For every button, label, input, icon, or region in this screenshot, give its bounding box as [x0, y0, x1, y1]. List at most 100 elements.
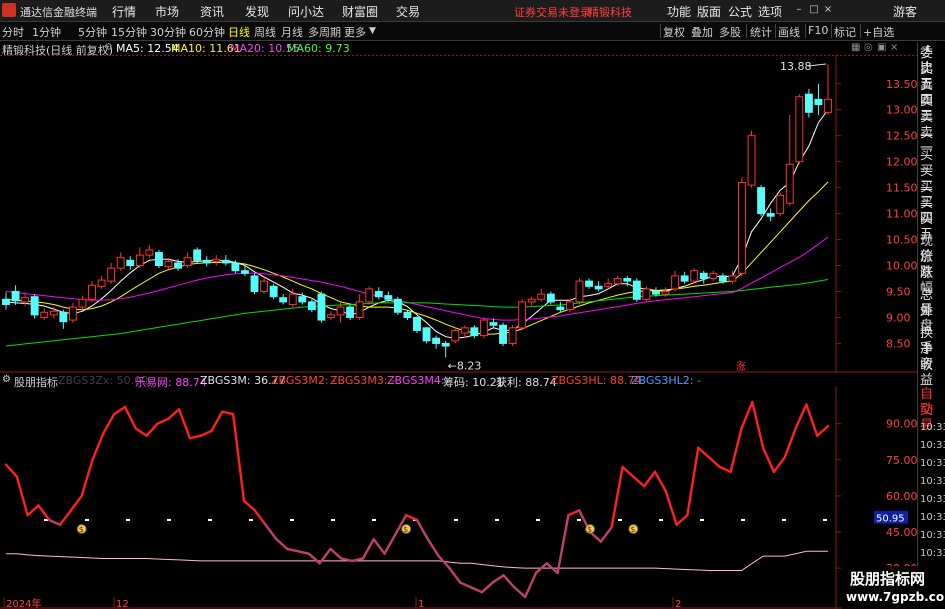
site-watermark: 股朋指标网 www.7gpzb.com	[842, 566, 945, 609]
chevron-down-icon[interactable]: ▼	[369, 26, 376, 36]
profit-line-segment	[231, 412, 246, 502]
period-tab[interactable]: 15分钟	[111, 24, 147, 40]
close-chart-icon[interactable]: ×	[890, 42, 898, 53]
period-tab[interactable]: 60分钟	[189, 24, 225, 40]
candle-body-up	[97, 279, 106, 287]
login-notice[interactable]: 证券交易未登录	[514, 4, 591, 20]
profit-line-segment	[632, 475, 646, 488]
candle-body-up	[613, 278, 622, 285]
restore-icon[interactable]: □	[808, 4, 820, 16]
ma-line-ma60	[5, 279, 829, 347]
separator	[775, 24, 776, 38]
profit-line-segment	[26, 504, 40, 517]
menu-item-trade[interactable]: 交易	[396, 3, 420, 20]
menu-item-quotes[interactable]: 行情	[112, 3, 136, 20]
period-tab[interactable]: 1分钟	[32, 24, 61, 40]
y-tick-label: 45.00	[886, 526, 917, 539]
menu-item-layout[interactable]: 版面	[697, 3, 721, 20]
candle-body-down	[221, 259, 230, 264]
candle-body-up	[795, 96, 804, 163]
candle-body-up	[40, 311, 49, 318]
profit-line-segment	[740, 400, 754, 430]
period-tab[interactable]: 月线	[281, 24, 303, 40]
profit-line-segment	[383, 533, 397, 555]
period-tab[interactable]: 多周期	[308, 24, 341, 40]
menu-item-wealth[interactable]: 财富圈	[342, 3, 378, 20]
candle-body-up	[479, 319, 488, 337]
side-item[interactable]: 收益	[920, 358, 945, 388]
period-tab-daily[interactable]: 日线	[228, 24, 250, 40]
indicator-gear-icon[interactable]: ⚙	[2, 374, 11, 385]
profit-line-segment	[599, 525, 613, 543]
candle-body-down	[403, 311, 412, 318]
menu-item-discover[interactable]: 发现	[245, 3, 269, 20]
period-tab[interactable]: 5分钟	[78, 24, 107, 40]
low-price-label: ←8.23	[448, 359, 482, 372]
guest-user[interactable]: 游客	[893, 3, 917, 20]
profit-line-segment	[112, 405, 127, 416]
money-bag-glyph: $	[79, 525, 84, 534]
candle-body-up	[365, 288, 374, 303]
ma-line-ma5	[5, 109, 829, 339]
time-tick: 10:33	[920, 530, 945, 541]
tool-draw[interactable]: 画线	[778, 24, 800, 40]
profit-line-segment	[307, 552, 321, 565]
separator	[660, 24, 661, 38]
candle-body-up	[671, 275, 680, 290]
profit-line-segment	[296, 550, 311, 555]
profit-line-segment	[686, 446, 700, 517]
reference-dash	[331, 518, 335, 521]
menu-item-function[interactable]: 功能	[667, 3, 691, 20]
indicator-chart[interactable]: 30.0045.0060.0075.0090.00$$$$50.952024年1…	[0, 386, 917, 609]
tool-fuquan[interactable]: 复权	[663, 24, 685, 40]
menu-item-market[interactable]: 市场	[155, 3, 179, 20]
ma60-label: MA60: 9.73	[287, 42, 350, 55]
candle-body-down	[489, 322, 498, 326]
profit-line-segment	[167, 408, 181, 421]
candle-body-up	[135, 254, 144, 267]
settings-gear-icon[interactable]: ⚙	[104, 42, 113, 53]
expand-icon[interactable]: ▣	[877, 42, 886, 53]
y-tick-label: 9.00	[886, 311, 911, 324]
grid-icon[interactable]: ▦	[851, 42, 860, 53]
tool-multistock[interactable]: 多股	[719, 24, 741, 40]
candle-body-down	[432, 337, 441, 344]
x-tick-label: 2	[675, 599, 681, 609]
candle-body-down	[470, 327, 479, 337]
close-icon[interactable]: ×	[822, 4, 834, 16]
reference-dash	[741, 518, 745, 521]
tool-overlay[interactable]: 叠加	[691, 24, 713, 40]
profit-line-segment	[69, 494, 83, 512]
minimize-icon[interactable]: –	[793, 4, 805, 16]
period-tab[interactable]: 30分钟	[150, 24, 186, 40]
profit-line-segment	[102, 412, 116, 435]
profit-line-segment	[372, 538, 386, 555]
tool-stats[interactable]: 统计	[750, 24, 772, 40]
menu-item-ask[interactable]: 问小达	[288, 3, 324, 20]
reference-dash	[659, 518, 663, 521]
profit-line-segment	[805, 403, 819, 437]
y-tick-label: 11.50	[886, 182, 917, 195]
tool-f10[interactable]: F10	[808, 24, 828, 37]
reference-dash	[495, 518, 499, 521]
add-watchlist-button[interactable]: +自选	[863, 24, 894, 40]
period-more[interactable]: 更多	[344, 24, 366, 40]
app-title: 通达信金融终端	[20, 6, 97, 19]
reference-dash	[782, 518, 786, 521]
candle-body-up	[604, 283, 613, 287]
profit-line-segment	[751, 400, 765, 449]
menu-item-options[interactable]: 选项	[758, 3, 782, 20]
menu-item-news[interactable]: 资讯	[200, 3, 224, 20]
candlestick-chart[interactable]: 8.50 9.00 9.50 10.00 10.50 11.00 11.50 12.00 12.…	[0, 55, 917, 373]
period-tab[interactable]: 分时	[2, 24, 24, 40]
profit-line-segment	[91, 432, 105, 462]
chips-line	[6, 550, 828, 571]
tool-mark[interactable]: 标记	[834, 24, 856, 40]
info-icon[interactable]: ◎	[864, 42, 873, 53]
profit-line-segment	[459, 581, 473, 589]
profit-line-segment	[221, 410, 235, 416]
profit-line-segment	[761, 446, 776, 474]
menu-item-formula[interactable]: 公式	[728, 3, 752, 20]
period-tab[interactable]: 周线	[254, 24, 276, 40]
candle-body-down	[250, 275, 259, 292]
